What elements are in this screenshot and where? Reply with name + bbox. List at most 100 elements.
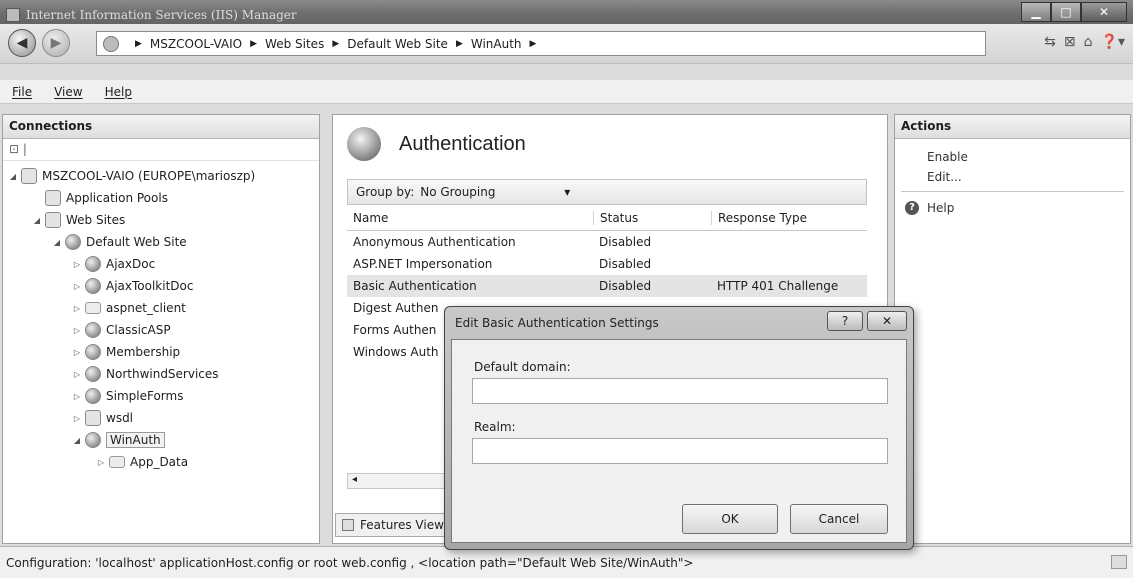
help-icon: ? bbox=[905, 201, 919, 215]
features-view-icon bbox=[342, 519, 354, 531]
application-icon bbox=[85, 366, 101, 382]
tree-node-web-sites[interactable]: ◢ Web Sites bbox=[3, 209, 319, 231]
action-edit[interactable]: Edit... bbox=[895, 167, 1130, 187]
collapse-icon[interactable]: ◢ bbox=[71, 436, 83, 445]
dropdown-arrow-icon: ▾ bbox=[564, 185, 571, 199]
tree-node-app-data[interactable]: ▷ App_Data bbox=[3, 451, 319, 473]
address-bar[interactable]: ▶ MSZCOOL-VAIO ▶ Web Sites ▶ Default Web… bbox=[96, 31, 986, 56]
connections-tree: ◢ MSZCOOL-VAIO (EUROPE\marioszp) Applica… bbox=[3, 161, 319, 473]
column-header-name[interactable]: Name bbox=[347, 211, 593, 225]
expand-icon[interactable]: ▷ bbox=[71, 414, 83, 423]
status-text: Configuration: 'localhost' applicationHo… bbox=[6, 555, 694, 570]
web-sites-icon bbox=[45, 212, 61, 228]
tree-node-site-child[interactable]: ▷ wsdl bbox=[3, 407, 319, 429]
crumb-web-sites[interactable]: Web Sites bbox=[265, 37, 324, 51]
ok-button[interactable]: OK bbox=[682, 504, 778, 534]
dialog-body: Default domain: Realm: OK Cancel bbox=[451, 339, 907, 543]
dialog-close-button[interactable]: ✕ bbox=[867, 311, 907, 331]
iis-app-icon bbox=[6, 8, 20, 22]
chevron-right-icon[interactable]: ▶ bbox=[530, 39, 537, 49]
dialog-help-button[interactable]: ? bbox=[827, 311, 863, 331]
close-button[interactable]: ✕ bbox=[1081, 2, 1127, 22]
column-header-response[interactable]: Response Type bbox=[711, 210, 867, 225]
tree-node-site-child[interactable]: ▷ AjaxDoc bbox=[3, 253, 319, 275]
divider bbox=[901, 191, 1124, 192]
expand-icon[interactable]: ▷ bbox=[71, 392, 83, 401]
collapse-icon[interactable]: ◢ bbox=[31, 216, 43, 225]
dialog-title: Edit Basic Authentication Settings bbox=[455, 316, 659, 330]
virtual-directory-icon bbox=[85, 410, 101, 426]
server-icon bbox=[21, 168, 37, 184]
edit-basic-auth-dialog: Edit Basic Authentication Settings ? ✕ D… bbox=[444, 306, 914, 550]
table-row-selected[interactable]: Basic Authentication Disabled HTTP 401 C… bbox=[347, 275, 867, 297]
column-header-status[interactable]: Status bbox=[593, 210, 711, 225]
expand-icon[interactable]: ▷ bbox=[71, 348, 83, 357]
tree-node-site-child[interactable]: ▷ SimpleForms bbox=[3, 385, 319, 407]
group-by-label: Group by: bbox=[356, 185, 415, 199]
folder-icon bbox=[109, 456, 125, 468]
minimize-button[interactable]: ▁ bbox=[1021, 2, 1051, 22]
forward-icon[interactable]: ▶ bbox=[42, 29, 70, 57]
action-help[interactable]: ? Help bbox=[895, 198, 1130, 218]
expand-icon[interactable]: ▷ bbox=[71, 260, 83, 269]
expand-icon[interactable]: ▷ bbox=[71, 282, 83, 291]
chevron-right-icon[interactable]: ▶ bbox=[332, 39, 339, 49]
tree-node-site-child[interactable]: ▷ ClassicASP bbox=[3, 319, 319, 341]
application-icon bbox=[85, 344, 101, 360]
collapse-icon[interactable]: ◢ bbox=[51, 238, 63, 247]
expand-icon[interactable]: ▷ bbox=[71, 370, 83, 379]
crumb-winauth[interactable]: WinAuth bbox=[471, 37, 522, 51]
group-by-bar: Group by: No Grouping ▾ bbox=[347, 179, 867, 205]
default-domain-input[interactable] bbox=[472, 378, 888, 404]
connect-icon[interactable]: ⇆ bbox=[1044, 34, 1056, 50]
maximize-button[interactable]: □ bbox=[1051, 2, 1081, 22]
window-title: Internet Information Services (IIS) Mana… bbox=[26, 8, 297, 22]
tree-node-default-web-site[interactable]: ◢ Default Web Site bbox=[3, 231, 319, 253]
chevron-right-icon[interactable]: ▶ bbox=[456, 39, 463, 49]
features-view-tab[interactable]: Features View bbox=[335, 513, 455, 537]
actions-title: Actions bbox=[895, 115, 1130, 139]
tree-node-server[interactable]: ◢ MSZCOOL-VAIO (EUROPE\marioszp) bbox=[3, 165, 319, 187]
crumb-server[interactable]: MSZCOOL-VAIO bbox=[150, 37, 242, 51]
tree-node-site-child[interactable]: ▷ Membership bbox=[3, 341, 319, 363]
crumb-default-web-site[interactable]: Default Web Site bbox=[347, 37, 448, 51]
chevron-right-icon[interactable]: ▶ bbox=[250, 39, 257, 49]
tree-node-site-child[interactable]: ▷ aspnet_client bbox=[3, 297, 319, 319]
menu-file[interactable]: File bbox=[12, 85, 32, 99]
group-by-dropdown[interactable]: No Grouping ▾ bbox=[420, 185, 570, 199]
window-controls: ▁ □ ✕ bbox=[1021, 2, 1127, 22]
tree-node-site-child[interactable]: ▷ NorthwindServices bbox=[3, 363, 319, 385]
tree-node-app-pools[interactable]: Application Pools bbox=[3, 187, 319, 209]
action-enable[interactable]: Enable bbox=[895, 147, 1130, 167]
expand-icon[interactable]: ▷ bbox=[95, 458, 107, 467]
home-icon[interactable]: ⌂ bbox=[1084, 34, 1093, 50]
collapse-icon[interactable]: ◢ bbox=[7, 172, 19, 181]
cancel-button[interactable]: Cancel bbox=[790, 504, 888, 534]
menu-help[interactable]: Help bbox=[105, 85, 132, 99]
expand-icon[interactable]: ▷ bbox=[71, 326, 83, 335]
tree-node-site-child[interactable]: ▷ AjaxToolkitDoc bbox=[3, 275, 319, 297]
realm-input[interactable] bbox=[472, 438, 888, 464]
table-row[interactable]: ASP.NET Impersonation Disabled bbox=[347, 253, 867, 275]
connections-title: Connections bbox=[3, 115, 319, 139]
table-row[interactable]: Anonymous Authentication Disabled bbox=[347, 231, 867, 253]
navigation-bar: ◀ ▶ ▶ MSZCOOL-VAIO ▶ Web Sites ▶ Default… bbox=[0, 24, 1133, 64]
back-icon[interactable]: ◀ bbox=[8, 29, 36, 57]
help-icon[interactable]: ❓▾ bbox=[1101, 34, 1125, 50]
table-header: Name Status Response Type bbox=[347, 205, 867, 231]
expand-icon[interactable]: ▷ bbox=[71, 304, 83, 313]
connect-tool-icon[interactable]: ⊡ bbox=[9, 142, 19, 156]
actions-panel: Actions Enable Edit... ? Help bbox=[894, 114, 1131, 544]
menu-view[interactable]: View bbox=[54, 85, 82, 99]
globe-icon bbox=[65, 234, 81, 250]
app-pools-icon bbox=[45, 190, 61, 206]
network-status-icon bbox=[1111, 555, 1127, 569]
stop-icon[interactable]: ⊠ bbox=[1064, 34, 1076, 50]
chevron-right-icon[interactable]: ▶ bbox=[135, 39, 142, 49]
application-icon bbox=[85, 322, 101, 338]
page-title: Authentication bbox=[399, 132, 526, 155]
folder-icon bbox=[85, 302, 101, 314]
tree-node-winauth[interactable]: ◢ WinAuth bbox=[3, 429, 319, 451]
nav-toolbar: ⇆ ⊠ ⌂ ❓▾ bbox=[1044, 34, 1125, 50]
realm-label: Realm: bbox=[474, 420, 516, 434]
